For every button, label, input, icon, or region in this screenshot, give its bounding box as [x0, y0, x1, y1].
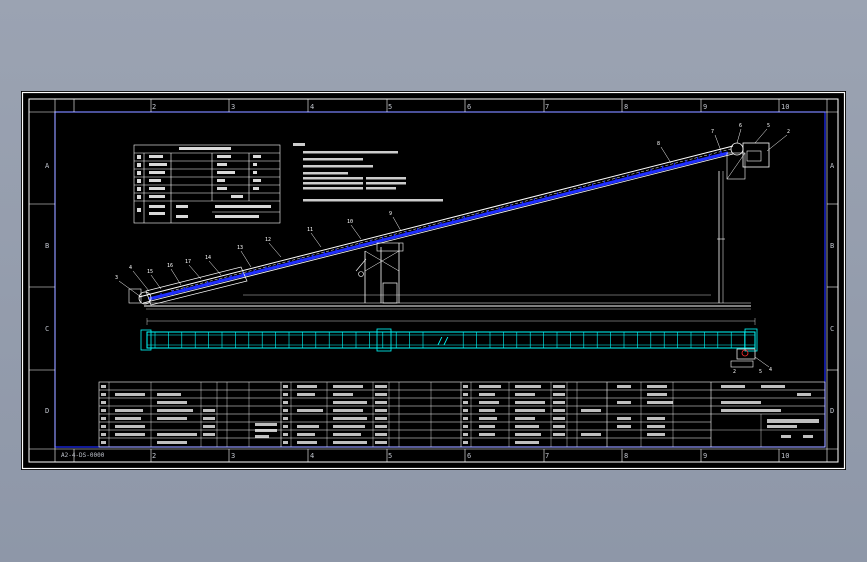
- zone-col-label: 2: [152, 103, 156, 111]
- zone-col-label: 5: [388, 452, 392, 460]
- svg-text:8: 8: [657, 141, 660, 147]
- zone-col-label: 6: [467, 103, 471, 111]
- svg-text:2: 2: [733, 369, 736, 375]
- svg-text:10: 10: [347, 219, 353, 225]
- zone-row-label: D: [830, 407, 834, 415]
- zone-col-label: 7: [545, 452, 549, 460]
- zone-col-label: 9: [703, 103, 707, 111]
- zone-col-label: 10: [781, 452, 789, 460]
- zone-col-label: 7: [545, 103, 549, 111]
- svg-text:5: 5: [759, 369, 762, 375]
- zone-col-label: 4: [310, 103, 314, 111]
- drawing-number: A2-4-DS-0000: [61, 452, 105, 459]
- zone-row-label: B: [830, 242, 834, 250]
- svg-text:13: 13: [237, 245, 243, 251]
- svg-text:3: 3: [115, 275, 118, 281]
- zone-col-label: 3: [231, 452, 235, 460]
- svg-text:5: 5: [767, 123, 770, 129]
- zone-col-label: 10: [781, 103, 789, 111]
- svg-text:2: 2: [787, 129, 790, 135]
- zone-col-label: 4: [310, 452, 314, 460]
- svg-text:9: 9: [389, 211, 392, 217]
- svg-text:4: 4: [769, 367, 772, 373]
- zone-col-label: 9: [703, 452, 707, 460]
- zone-col-label: 2: [152, 452, 156, 460]
- zone-row-label: B: [45, 242, 49, 250]
- svg-text:4: 4: [129, 265, 132, 271]
- svg-text:14: 14: [205, 255, 211, 261]
- svg-text:15: 15: [147, 269, 153, 275]
- sheet-background: [21, 91, 846, 470]
- zone-col-label: 8: [624, 103, 628, 111]
- zone-col-label: 5: [388, 103, 392, 111]
- plan-break-symbol: //: [437, 336, 449, 347]
- zone-row-label: C: [830, 325, 834, 333]
- svg-text:6: 6: [739, 123, 742, 129]
- zone-col-label: 8: [624, 452, 628, 460]
- zone-row-label: C: [45, 325, 49, 333]
- cad-drawing-sheet[interactable]: 2 3 4 5 6 7 8 9 10 2 3 4 5 6 7 8 9 10 A …: [21, 91, 846, 470]
- svg-text:16: 16: [167, 263, 173, 269]
- svg-text:17: 17: [185, 259, 191, 265]
- cad-viewport[interactable]: 2 3 4 5 6 7 8 9 10 2 3 4 5 6 7 8 9 10 A …: [0, 0, 867, 562]
- zone-row-label: D: [45, 407, 49, 415]
- svg-text:11: 11: [307, 227, 313, 233]
- svg-text:7: 7: [711, 129, 714, 135]
- svg-text:12: 12: [265, 237, 271, 243]
- zone-col-label: 6: [467, 452, 471, 460]
- zone-col-label: 3: [231, 103, 235, 111]
